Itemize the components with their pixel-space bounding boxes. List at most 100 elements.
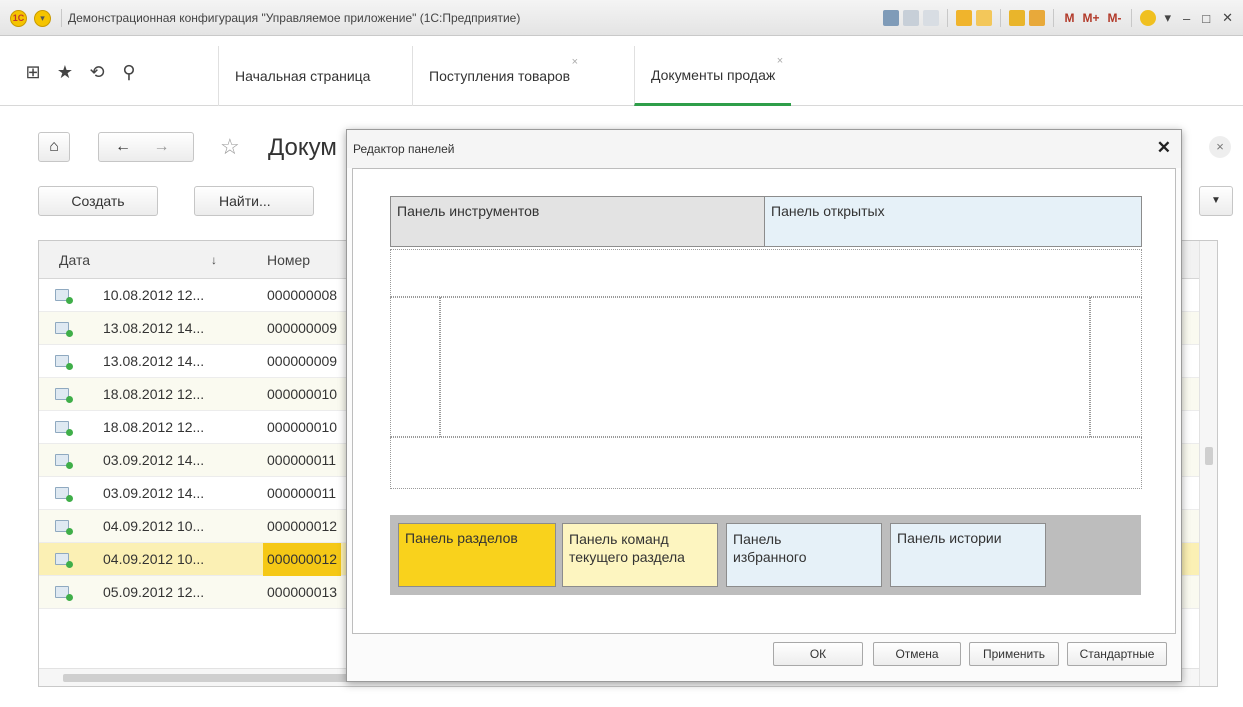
- sections-bar: ⊞ ★ ⟲ ⚲ Начальная страница Поступления т…: [0, 36, 1243, 106]
- tab-label: Поступления товаров: [429, 68, 571, 84]
- main-menu-icon[interactable]: ▾: [34, 10, 51, 27]
- vertical-scroll-thumb[interactable]: [1205, 447, 1213, 465]
- memory-mplus-button[interactable]: M+: [1080, 11, 1101, 25]
- print-icon[interactable]: [903, 10, 920, 26]
- bottom-drop-zone[interactable]: [390, 437, 1142, 489]
- back-arrow-icon[interactable]: ←: [115, 138, 131, 155]
- calendar-icon[interactable]: [1029, 10, 1046, 26]
- cell-date: 18.08.2012 12...: [103, 386, 205, 402]
- tab-close-icon[interactable]: ×: [572, 32, 578, 92]
- apply-button[interactable]: Применить: [969, 642, 1059, 666]
- sections-menu-icon[interactable]: ⊞: [20, 60, 46, 84]
- tools-divider: [1053, 9, 1055, 27]
- nav-back-forward[interactable]: ← →: [98, 132, 194, 162]
- cell-number: 000000012: [263, 543, 342, 576]
- memory-mminus-button[interactable]: M-: [1105, 11, 1123, 25]
- sections-panel[interactable]: Панель разделов: [398, 523, 556, 587]
- open-windows-panel-label: Панель открытых: [771, 203, 885, 219]
- column-number[interactable]: Номер: [267, 241, 310, 279]
- commands-panel[interactable]: Панель команд текущего раздела: [562, 523, 718, 587]
- cell-date: 18.08.2012 12...: [103, 419, 205, 435]
- cell-date: 04.09.2012 10...: [103, 551, 205, 567]
- history-panel[interactable]: Панель истории: [890, 523, 1046, 587]
- favorite-star-icon[interactable]: ☆: [220, 134, 240, 160]
- maximize-icon[interactable]: □: [1198, 11, 1214, 26]
- cell-date: 13.08.2012 14...: [103, 353, 205, 369]
- info-dropdown-icon[interactable]: ▾: [1160, 10, 1175, 26]
- tab-label: Начальная страница: [235, 68, 371, 84]
- left-drop-zone[interactable]: [390, 297, 440, 437]
- cell-date: 05.09.2012 12...: [103, 584, 205, 600]
- tab-close-icon[interactable]: ×: [777, 32, 783, 90]
- tab-label: Документы продаж: [651, 67, 776, 83]
- memory-m-button[interactable]: M: [1062, 11, 1076, 25]
- right-drop-zone[interactable]: [1090, 297, 1142, 437]
- favorites-add-icon[interactable]: [956, 10, 973, 26]
- tools-panel[interactable]: Панель инструментов: [390, 196, 765, 247]
- forward-arrow-icon[interactable]: →: [153, 138, 169, 155]
- search-icon[interactable]: ⚲: [116, 60, 142, 84]
- cell-number: 000000009: [267, 353, 338, 369]
- info-icon[interactable]: [1140, 10, 1157, 26]
- default-button[interactable]: Стандартные: [1067, 642, 1167, 666]
- titlebar-tools: M M+ M- ▾ – □ ✕: [883, 0, 1237, 36]
- form-title: Докум: [268, 134, 337, 161]
- ok-button[interactable]: ОК: [773, 642, 863, 666]
- preview-icon[interactable]: [923, 10, 940, 26]
- favorites-star-icon[interactable]: ★: [52, 60, 78, 84]
- cell-number: 000000011: [267, 485, 337, 501]
- available-panels-area: Панель разделов Панель команд текущего р…: [390, 515, 1141, 595]
- posted-document-icon: [55, 421, 73, 436]
- dialog-close-icon[interactable]: ✕: [1157, 138, 1171, 158]
- home-button[interactable]: ⌂: [38, 132, 70, 162]
- history-panel-label: Панель истории: [897, 530, 1002, 546]
- create-button[interactable]: Создать: [38, 186, 158, 216]
- save-icon[interactable]: [883, 10, 900, 26]
- cell-number: 000000009: [267, 320, 338, 336]
- favorites-panel[interactable]: Панель избранного: [726, 523, 882, 587]
- sort-arrow-icon[interactable]: ↓: [211, 241, 217, 279]
- cancel-button[interactable]: Отмена: [873, 642, 961, 666]
- cell-date: 13.08.2012 14...: [103, 320, 205, 336]
- cell-date: 04.09.2012 10...: [103, 518, 205, 534]
- minimize-icon[interactable]: –: [1179, 11, 1194, 26]
- posted-document-icon: [55, 520, 73, 535]
- column-date[interactable]: Дата: [59, 241, 90, 279]
- find-button[interactable]: Найти...: [194, 186, 314, 216]
- cell-date: 03.09.2012 14...: [103, 452, 205, 468]
- tools-divider: [1000, 9, 1002, 27]
- cell-date: 03.09.2012 14...: [103, 485, 205, 501]
- cell-number: 000000010: [267, 419, 338, 435]
- tab-sales-docs[interactable]: Документы продаж ×: [634, 46, 792, 106]
- window-title: Демонстрационная конфигурация "Управляем…: [68, 11, 521, 25]
- more-actions-button[interactable]: ▼: [1199, 186, 1233, 216]
- cell-number: 000000011: [267, 452, 337, 468]
- posted-document-icon: [55, 355, 73, 370]
- posted-document-icon: [55, 454, 73, 469]
- posted-document-icon: [55, 553, 73, 568]
- tab-home[interactable]: Начальная страница: [218, 46, 386, 106]
- panel-editor-dialog: Редактор панелей ✕ Панель инструментов П…: [346, 129, 1182, 682]
- tools-panel-label: Панель инструментов: [397, 203, 540, 219]
- vertical-scrollbar[interactable]: [1199, 241, 1217, 686]
- title-divider: [61, 9, 62, 27]
- tab-receipts[interactable]: Поступления товаров ×: [412, 46, 586, 106]
- posted-document-icon: [55, 586, 73, 601]
- calculator-icon[interactable]: [1009, 10, 1026, 26]
- close-form-icon[interactable]: ×: [1209, 136, 1231, 158]
- posted-document-icon: [55, 322, 73, 337]
- close-window-icon[interactable]: ✕: [1218, 10, 1237, 26]
- open-windows-panel[interactable]: Панель открытых: [764, 196, 1142, 247]
- cell-number: 000000010: [267, 386, 338, 402]
- work-area-zone: [440, 297, 1090, 437]
- top-drop-zone[interactable]: [390, 249, 1142, 297]
- posted-document-icon: [55, 388, 73, 403]
- cell-number: 000000013: [267, 584, 338, 600]
- history-icon[interactable]: ⟲: [84, 60, 110, 84]
- app-logo-icon[interactable]: 1С: [10, 10, 27, 27]
- window-titlebar: 1С ▾ Демонстрационная конфигурация "Упра…: [0, 0, 1243, 36]
- sections-panel-label: Панель разделов: [405, 530, 518, 546]
- cell-number: 000000008: [267, 287, 338, 303]
- favorites-icon[interactable]: [976, 10, 993, 26]
- commands-panel-label: Панель команд текущего раздела: [569, 531, 685, 565]
